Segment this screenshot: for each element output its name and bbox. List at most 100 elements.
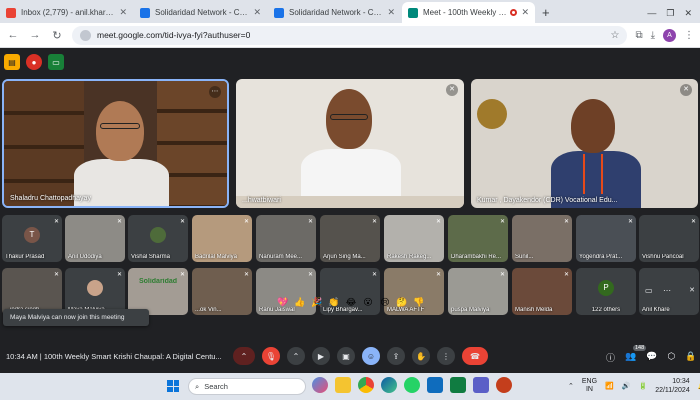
mic-options-button[interactable]: ⌃ — [233, 347, 255, 365]
reaction-surprised[interactable]: 😮 — [362, 297, 374, 308]
participant-tile[interactable]: ✕ ...ok Vin... — [192, 268, 252, 315]
clock[interactable]: 10:34 22/11/2024 — [655, 377, 690, 395]
copilot-icon[interactable] — [312, 377, 328, 393]
participant-tile[interactable]: ✕ Yogendra Prat... — [576, 215, 636, 262]
bookmark-star-icon[interactable]: ☆ — [610, 30, 619, 41]
main-video-tile-1[interactable]: ⋯ Shaladru Chattopadhayay — [2, 79, 229, 208]
participant-tile[interactable]: ✕ Vishnu Pancoal — [639, 215, 699, 262]
edge-icon[interactable] — [381, 377, 397, 393]
reaction-thinking[interactable]: 🤔 — [396, 297, 408, 308]
battery-icon[interactable]: 🔋 — [638, 382, 647, 390]
outlook-icon[interactable] — [427, 377, 443, 393]
effects-icon[interactable]: ⋯ — [663, 286, 671, 295]
meeting-time: 10:34 AM — [6, 352, 38, 361]
gmail-icon — [6, 7, 16, 18]
chat-icon[interactable]: 💬 — [646, 351, 657, 364]
close-tab-icon[interactable]: ✕ — [119, 7, 127, 18]
participant-tile[interactable]: ✕ Maya Malviya — [65, 268, 125, 315]
leave-call-button[interactable]: ☎ — [462, 347, 488, 365]
reaction-clap[interactable]: 👏 — [328, 297, 340, 308]
browser-tab-calendar-2[interactable]: Solidaridad Network - Calenda ✕ — [268, 2, 401, 23]
main-video-tile-2[interactable]: ✕ ...hwatbiwari — [236, 79, 464, 208]
menu-icon[interactable]: ⋮ — [684, 30, 694, 41]
reaction-thumbs-up[interactable]: 👍 — [294, 297, 306, 308]
participant-tile[interactable]: ✕ Badrilal Malviya — [192, 215, 252, 262]
back-icon[interactable]: ← — [6, 29, 20, 41]
new-tab-button[interactable]: + — [536, 5, 556, 23]
main-video-tile-3[interactable]: ✕ Kumar , Dayakendor (CDR) Vocational Ed… — [471, 79, 698, 208]
participant-name: Manish Melda — [515, 307, 553, 313]
record-icon[interactable]: ● — [26, 54, 42, 70]
participant-tile[interactable]: ✕ Dharambakhi Re... — [448, 215, 508, 262]
chevron-up-icon[interactable]: ⌃ — [568, 382, 574, 390]
browser-tab-strip: Inbox (2,779) - anil.khare@soli ✕ Solida… — [0, 0, 700, 23]
present-button[interactable]: ⇪ — [387, 347, 405, 365]
site-info-icon[interactable] — [80, 29, 91, 41]
address-bar[interactable]: meet.google.com/tid-ivya-fyi?authuser=0 … — [72, 25, 628, 45]
mic-toggle-button[interactable]: 🎙 — [262, 347, 280, 365]
chrome-icon[interactable] — [358, 377, 374, 393]
close-tab-icon[interactable]: ✕ — [253, 7, 261, 18]
minimize-icon[interactable]: — — [647, 8, 656, 19]
maximize-icon[interactable]: ❐ — [666, 8, 674, 19]
reaction-thumbs-down[interactable]: 👎 — [413, 297, 425, 308]
activities-icon[interactable]: ▤ — [4, 54, 20, 70]
wifi-icon[interactable]: 📶 — [605, 382, 614, 390]
language-indicator[interactable]: ENG IN — [582, 378, 597, 394]
captions-button[interactable]: ▣ — [337, 347, 355, 365]
close-tab-icon[interactable]: ✕ — [387, 7, 395, 18]
participant-name: Kumar , Dayakendor (CDR) Vocational Edu.… — [477, 197, 618, 204]
browser-tab-calendar-1[interactable]: Solidaridad Network - Calenda ✕ — [134, 2, 267, 23]
close-tab-icon[interactable]: ✕ — [521, 7, 529, 18]
activities-icon[interactable]: ⬡ — [667, 351, 675, 364]
reload-icon[interactable]: ↻ — [50, 29, 64, 42]
participant-tile[interactable]: ✕ Rakesh Rakeg... — [384, 215, 444, 262]
excel-icon[interactable] — [450, 377, 466, 393]
reactions-button[interactable]: ☺ — [362, 347, 380, 365]
people-icon[interactable]: 👥 — [625, 351, 636, 364]
more-options-icon[interactable]: ⋯ — [209, 86, 221, 98]
reaction-laugh[interactable]: 😂 — [345, 297, 357, 308]
present-icon[interactable]: ▭ — [48, 54, 64, 70]
info-icon[interactable]: ⓘ — [606, 351, 615, 364]
close-window-icon[interactable]: ✕ — [684, 8, 692, 19]
windows-start-icon[interactable] — [167, 380, 179, 392]
participant-name: Nanuram Mee... — [259, 254, 303, 260]
download-icon[interactable]: ⤓ — [651, 30, 655, 41]
participant-tile[interactable]: ✕ Anil Udodiya — [65, 215, 125, 262]
participant-tile[interactable]: T ✕ Thakur Prasad — [2, 215, 62, 262]
participant-tile[interactable]: ✕ Sunil... — [512, 215, 572, 262]
reaction-sad[interactable]: 😢 — [379, 297, 391, 308]
participant-tile-others[interactable]: P 122 others — [576, 268, 636, 315]
whatsapp-icon[interactable] — [404, 377, 420, 393]
participant-tile[interactable]: ✕ Nanuram Mee... — [256, 215, 316, 262]
volume-icon[interactable]: 🔊 — [622, 382, 631, 390]
host-controls-icon[interactable]: 🔒 — [685, 351, 696, 364]
participant-tile[interactable]: ✕ Vishal Sharma — [128, 215, 188, 262]
pin-icon[interactable]: ▭ — [645, 286, 653, 295]
reaction-heart[interactable]: 💖 — [277, 297, 289, 308]
participant-tile[interactable]: ✕ puspa Malviya — [448, 268, 508, 315]
raise-hand-button[interactable]: ✋ — [412, 347, 430, 365]
camera-toggle-button[interactable]: ▶ — [312, 347, 330, 365]
url-text[interactable]: meet.google.com/tid-ivya-fyi?authuser=0 — [97, 30, 250, 40]
camera-options-icon[interactable]: ⌃ — [287, 347, 305, 365]
participant-tile[interactable]: ✕ Arjun Sing Ma... — [320, 215, 380, 262]
powerpoint-icon[interactable] — [496, 377, 512, 393]
taskbar-search[interactable]: ⌕ Search — [188, 378, 306, 395]
reaction-party[interactable]: 🎉 — [311, 297, 323, 308]
participant-tile[interactable]: ✕ Solidaridad — [128, 268, 188, 315]
teams-icon[interactable] — [473, 377, 489, 393]
participant-tile[interactable]: ✕ ...indra singh — [2, 268, 62, 315]
forward-icon[interactable]: → — [28, 29, 42, 41]
profile-avatar[interactable]: A — [663, 28, 676, 42]
file-explorer-icon[interactable] — [335, 377, 351, 393]
browser-tab-gmail[interactable]: Inbox (2,779) - anil.khare@soli ✕ — [0, 2, 133, 23]
participant-tile-self[interactable]: ▭ ⋯ ✕ Anil Khare — [639, 268, 699, 315]
mic-muted-icon: ✕ — [243, 219, 249, 225]
participant-name: Anil Udodiya — [68, 254, 102, 260]
extensions-icon[interactable]: ⧉ — [635, 30, 642, 41]
more-options-button[interactable]: ⋮ — [437, 347, 455, 365]
participant-tile[interactable]: ✕ Manish Melda — [512, 268, 572, 315]
browser-tab-meet[interactable]: Meet - 100th Weekly Smart ✕ — [402, 2, 535, 23]
